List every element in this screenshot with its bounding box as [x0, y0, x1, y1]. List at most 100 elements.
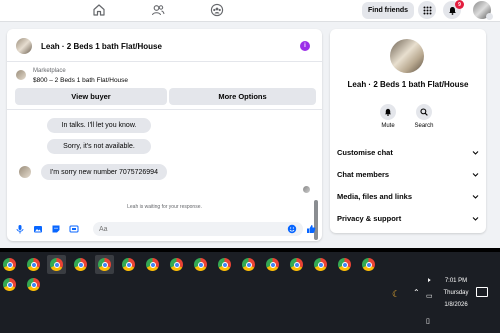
chrome-icon-center: [317, 261, 324, 268]
chrome-icon-center: [269, 261, 276, 268]
account-caret[interactable]: [486, 13, 493, 20]
find-friends-button[interactable]: Find friends: [362, 2, 414, 19]
waiting-notice: Leah is waiting for your response.: [127, 204, 202, 210]
chrome-icon[interactable]: [3, 278, 16, 291]
chevron-down-icon: [472, 194, 479, 199]
chrome-icon[interactable]: [170, 258, 183, 271]
chrome-icon-center: [30, 281, 37, 288]
chrome-icon[interactable]: [98, 258, 111, 271]
privacy-support-row[interactable]: Privacy & support: [337, 208, 479, 228]
message-input[interactable]: [93, 222, 303, 236]
chat-avatar[interactable]: [16, 38, 32, 54]
details-title: Leah · 2 Beds 1 bath Flat/House: [347, 80, 469, 89]
chevron-down-icon: [472, 172, 479, 177]
gif-icon[interactable]: [69, 224, 79, 234]
search-label: Search: [414, 123, 434, 129]
friends-icon[interactable]: [151, 3, 165, 17]
view-buyer-button[interactable]: View buyer: [15, 88, 167, 105]
mute-button[interactable]: [380, 104, 396, 120]
row-label: Customise chat: [337, 147, 393, 157]
microphone-icon[interactable]: [15, 224, 25, 234]
battery-icon[interactable]: ▯: [426, 317, 430, 325]
clock-day[interactable]: Thursday: [436, 290, 476, 296]
night-light-icon[interactable]: ☾: [392, 289, 400, 300]
info-icon[interactable]: i: [300, 41, 310, 51]
photo-icon[interactable]: [33, 224, 43, 234]
menu-grid-button[interactable]: [418, 1, 436, 19]
row-label: Media, files and links: [337, 191, 413, 201]
chrome-icon[interactable]: [27, 278, 40, 291]
volume-icon[interactable]: 🕨: [426, 277, 430, 285]
clock-time[interactable]: 7:01 PM: [436, 278, 476, 284]
chat-window: Leah · 2 Beds 1 bath Flat/House i Market…: [7, 29, 322, 241]
chrome-icon[interactable]: [362, 258, 375, 271]
chrome-icon[interactable]: [146, 258, 159, 271]
chrome-icon[interactable]: [314, 258, 327, 271]
notification-badge: 9: [455, 0, 464, 9]
chrome-icon[interactable]: [290, 258, 303, 271]
chrome-icon-center: [365, 261, 372, 268]
message-list: In talks. I'll let you know. Sorry, it's…: [7, 109, 322, 240]
home-icon[interactable]: [92, 3, 106, 17]
chat-title[interactable]: Leah · 2 Beds 1 bath Flat/House: [41, 42, 162, 51]
listing-avatar-large[interactable]: [390, 39, 424, 73]
notification-center-icon[interactable]: [476, 287, 488, 297]
mute-label: Mute: [381, 123, 395, 129]
chrome-icon[interactable]: [266, 258, 279, 271]
chrome-icon-center: [101, 261, 108, 268]
quick-reply-in-talks[interactable]: In talks. I'll let you know.: [47, 118, 151, 133]
chevron-down-icon: [472, 216, 479, 221]
chrome-icon-center: [245, 261, 252, 268]
clock-date[interactable]: 1/8/2026: [436, 302, 476, 308]
show-hidden-icons-icon[interactable]: ⌃: [413, 288, 420, 297]
chrome-icon-center: [341, 261, 348, 268]
chrome-icon-center: [30, 261, 37, 268]
row-label: Chat members: [337, 169, 390, 179]
windows-taskbar: ☾ ⌃ 🕨 ▭ ▯ 7:01 PM Thursday 1/8/2026: [0, 252, 500, 333]
chevron-down-icon: [472, 150, 479, 155]
top-navigation-bar: Find friends 9: [0, 0, 500, 22]
chrome-icon[interactable]: [74, 258, 87, 271]
like-icon[interactable]: [306, 224, 316, 234]
media-files-links-row[interactable]: Media, files and links: [337, 186, 479, 206]
listing-summary[interactable]: $800 – 2 Beds 1 bath Flat/House: [33, 77, 128, 84]
chrome-icon-center: [53, 261, 60, 268]
chrome-icon[interactable]: [122, 258, 135, 271]
search-button[interactable]: [416, 104, 432, 120]
chrome-icon[interactable]: [242, 258, 255, 271]
chrome-icon-center: [293, 261, 300, 268]
groups-icon[interactable]: [210, 3, 224, 17]
chrome-icon-center: [6, 261, 13, 268]
seen-indicator: [303, 186, 310, 193]
listing-thumbnail: [16, 70, 26, 80]
chrome-icon[interactable]: [3, 258, 16, 271]
customise-chat-row[interactable]: Customise chat: [337, 142, 479, 162]
grid-icon: [423, 6, 431, 14]
chrome-icon-center: [149, 261, 156, 268]
chrome-icon[interactable]: [194, 258, 207, 271]
marketplace-label: Marketplace: [33, 68, 66, 74]
chrome-icon-center: [197, 261, 204, 268]
chrome-icon[interactable]: [218, 258, 231, 271]
chrome-icon[interactable]: [27, 258, 40, 271]
chrome-icon[interactable]: [338, 258, 351, 271]
quick-reply-not-available[interactable]: Sorry, it's not available.: [47, 139, 151, 154]
chat-members-row[interactable]: Chat members: [337, 164, 479, 184]
search-icon: [420, 108, 428, 116]
sender-avatar: [19, 166, 31, 178]
sticker-icon[interactable]: [51, 224, 61, 234]
chat-details-panel: Leah · 2 Beds 1 bath Flat/House Mute Sea…: [330, 29, 486, 233]
row-label: Privacy & support: [337, 213, 402, 223]
message-bubble: I'm sorry new number 7075726994: [41, 164, 167, 180]
emoji-icon[interactable]: [287, 224, 297, 234]
chrome-icon-center: [173, 261, 180, 268]
more-options-button[interactable]: More Options: [169, 88, 316, 105]
chrome-icon-center: [125, 261, 132, 268]
chrome-icon[interactable]: [50, 258, 63, 271]
message-composer: [7, 217, 322, 241]
chrome-icon-center: [221, 261, 228, 268]
chrome-icon-center: [77, 261, 84, 268]
chrome-icon-center: [6, 281, 13, 288]
chat-header: Leah · 2 Beds 1 bath Flat/House i: [7, 29, 322, 62]
network-icon[interactable]: ▭: [426, 292, 433, 300]
